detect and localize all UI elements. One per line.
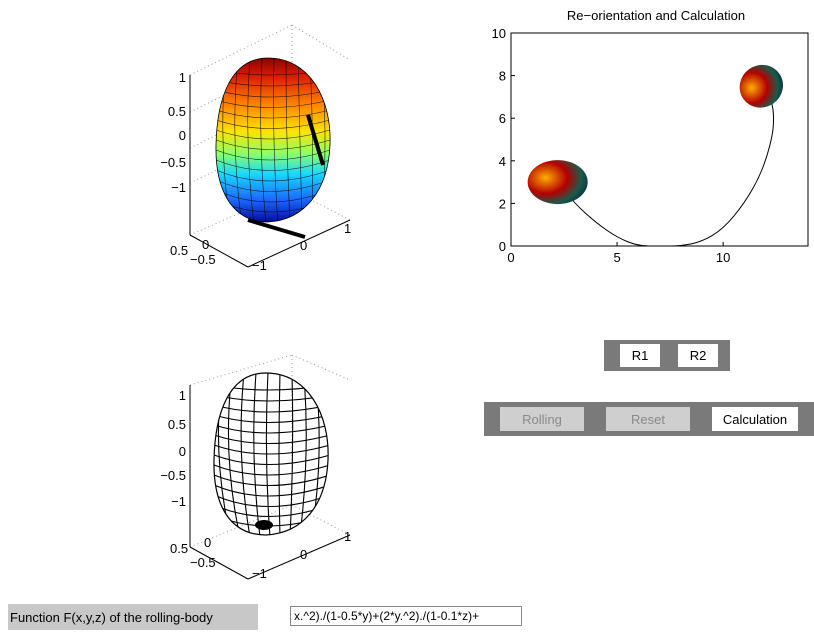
z-tick: −1 <box>171 180 186 195</box>
y-tick-label: 10 <box>492 26 506 41</box>
x-tick: −0.5 <box>190 252 216 267</box>
x-tick: −0.5 <box>190 555 216 570</box>
surface-plot-svg: 1 0.5 0 −0.5 −1 0.5 0 −0.5 1 0 −1 <box>160 24 351 273</box>
rolling-button[interactable]: Rolling <box>500 407 584 431</box>
x-tick: 0 <box>202 237 209 252</box>
wireframe-plot-panel: 1 0.5 0 −0.5 −1 0.5 0 −0.5 1 0 −1 <box>160 354 360 595</box>
y-tick: 0 <box>300 547 307 562</box>
base-stick <box>247 218 306 239</box>
y-tick-label: 8 <box>499 69 506 84</box>
trajectory-chart: Re−orientation and Calculation 0 5 10 0 2 4 6 8… <box>492 8 809 265</box>
wireframe-plot-svg: 1 0.5 0 −0.5 −1 0.5 0 −0.5 1 0 −1 <box>160 354 351 581</box>
reset-button[interactable]: Reset <box>606 407 690 431</box>
function-input[interactable]: x.^2)./(1-0.5*y)+(2*y.^2)./(1-0.1*z)+ <box>290 606 522 626</box>
x-tick: 0.5 <box>170 243 188 258</box>
trajectory-chart-panel: Re−orientation and Calculation 0 5 10 0 2 4 6 8… <box>470 4 810 269</box>
r2-button[interactable]: R2 <box>678 344 718 367</box>
x-tick: 0.5 <box>170 541 188 556</box>
y-tick: 1 <box>344 529 351 544</box>
y-tick: −1 <box>252 258 267 273</box>
z-tick: 0 <box>179 444 186 459</box>
y-tick-label: 4 <box>499 154 506 169</box>
calculation-button[interactable]: Calculation <box>712 407 798 431</box>
r1-button[interactable]: R1 <box>620 344 660 367</box>
y-tick: 1 <box>344 221 351 236</box>
z-tick: 1 <box>179 388 186 403</box>
rolling-body-marker <box>527 160 588 205</box>
y-tick: −1 <box>252 566 267 581</box>
action-button-panel: Rolling Reset Calculation <box>484 402 814 436</box>
x-tick-label: 5 <box>613 250 620 265</box>
y-tick: 0 <box>300 238 307 253</box>
x-tick-label: 10 <box>716 250 730 265</box>
z-tick: −0.5 <box>160 155 186 170</box>
z-tick: 0.5 <box>168 104 186 119</box>
orientation-button-panel: R1 R2 <box>604 340 730 371</box>
z-tick: 1 <box>179 70 186 85</box>
y-tick-label: 6 <box>499 111 506 126</box>
y-tick-label: 2 <box>499 196 506 211</box>
z-tick: 0.5 <box>168 417 186 432</box>
y-tick-label: 0 <box>499 239 506 254</box>
wireframe-pole <box>255 520 273 530</box>
z-tick: 0 <box>179 128 186 143</box>
z-tick: −0.5 <box>160 468 186 483</box>
z-tick: −1 <box>171 494 186 509</box>
x-tick-label: 0 <box>507 250 514 265</box>
chart-title: Re−orientation and Calculation <box>567 8 745 23</box>
surface-plot-panel: 1 0.5 0 −0.5 −1 0.5 0 −0.5 1 0 −1 <box>160 20 360 280</box>
function-label: Function F(x,y,z) of the rolling-body <box>8 604 258 630</box>
x-tick: 0 <box>204 535 211 550</box>
